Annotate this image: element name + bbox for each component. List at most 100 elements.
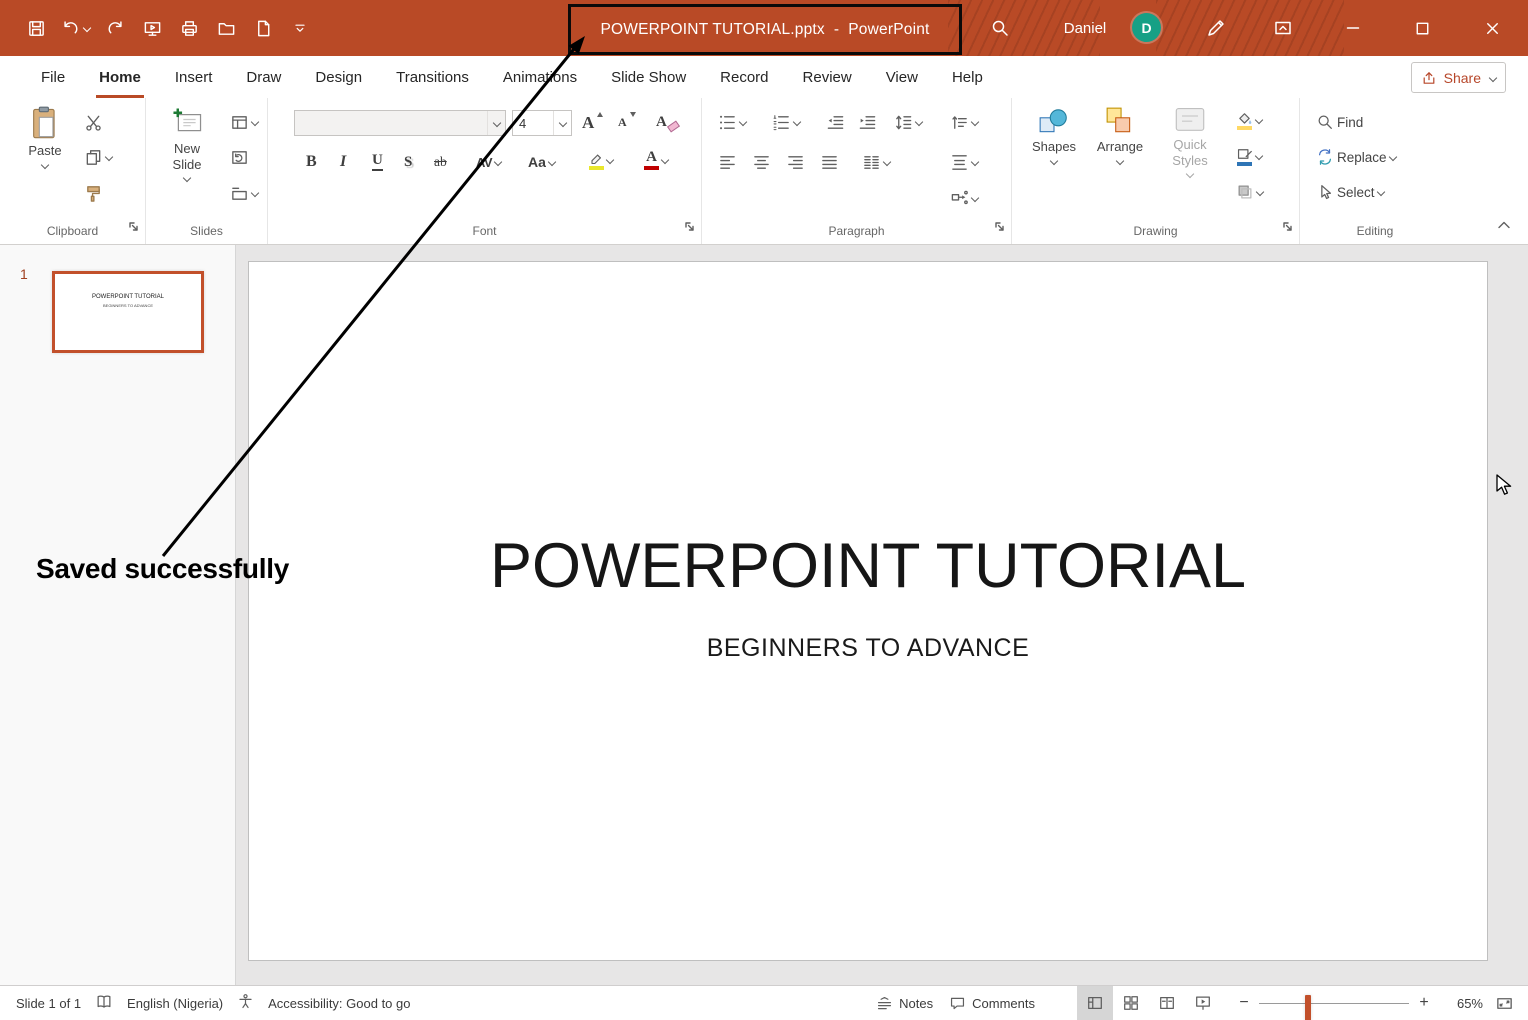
tab-review[interactable]: Review xyxy=(786,56,869,98)
tab-animations[interactable]: Animations xyxy=(486,56,594,98)
strikethrough-button[interactable]: ab xyxy=(434,150,447,174)
align-text-button[interactable] xyxy=(950,150,978,174)
tab-draw[interactable]: Draw xyxy=(229,56,298,98)
arrange-dropdown-icon[interactable] xyxy=(1116,156,1124,164)
text-shadow-button[interactable]: S xyxy=(404,150,412,174)
copy-dropdown-icon[interactable] xyxy=(105,153,113,161)
tab-design[interactable]: Design xyxy=(298,56,379,98)
slide-canvas[interactable]: POWERPOINT TUTORIAL BEGINNERS TO ADVANCE xyxy=(248,261,1488,961)
arrange-button[interactable]: Arrange xyxy=(1090,106,1150,164)
shrink-font-button[interactable]: A xyxy=(618,110,636,134)
shapes-dropdown-icon[interactable] xyxy=(1050,156,1058,164)
underline-button[interactable]: U xyxy=(372,150,383,174)
tab-record[interactable]: Record xyxy=(703,56,785,98)
slide-layout-dropdown-icon[interactable] xyxy=(251,118,259,126)
reset-slide-button[interactable] xyxy=(230,145,249,169)
grow-font-button[interactable]: A xyxy=(582,110,603,134)
shape-effects-dropdown-icon[interactable] xyxy=(1256,188,1264,196)
account-name[interactable]: Daniel xyxy=(1050,0,1120,56)
numbering-dropdown-icon[interactable] xyxy=(793,118,801,126)
font-color-dropdown-icon[interactable] xyxy=(661,156,669,164)
quick-styles-button[interactable]: Quick Styles xyxy=(1158,106,1222,177)
paste-button[interactable]: Paste xyxy=(18,106,72,168)
undo-dropdown-icon[interactable] xyxy=(83,24,91,32)
text-direction-dropdown-icon[interactable] xyxy=(971,118,979,126)
paragraph-dialog-launcher-icon[interactable] xyxy=(994,219,1005,237)
change-case-dropdown-icon[interactable] xyxy=(548,158,556,166)
accessibility-icon[interactable] xyxy=(237,993,254,1013)
zoom-level[interactable]: 65% xyxy=(1439,996,1483,1011)
maximize-button[interactable] xyxy=(1399,0,1445,56)
font-size-dropdown-icon[interactable] xyxy=(553,111,571,135)
share-button[interactable]: Share xyxy=(1411,62,1506,93)
tab-view[interactable]: View xyxy=(869,56,935,98)
comments-button[interactable]: Comments xyxy=(949,995,1035,1012)
italic-button[interactable]: I xyxy=(340,150,346,174)
change-case-button[interactable]: Aa xyxy=(528,150,555,174)
fit-slide-to-window-button[interactable] xyxy=(1495,994,1514,1013)
zoom-out-button[interactable]: − xyxy=(1233,994,1255,1012)
columns-button[interactable] xyxy=(862,150,890,174)
share-dropdown-icon[interactable] xyxy=(1489,73,1497,81)
bold-button[interactable]: B xyxy=(306,150,317,174)
increase-indent-button[interactable] xyxy=(858,110,877,134)
font-color-button[interactable]: A xyxy=(644,148,668,172)
slide-thumbnail[interactable]: POWERPOINT TUTORIAL BEGINNERS TO ADVANCE xyxy=(52,271,204,353)
line-spacing-button[interactable] xyxy=(894,110,922,134)
replace-button[interactable]: Replace xyxy=(1316,145,1396,169)
normal-view-button[interactable] xyxy=(1077,986,1113,1020)
find-button[interactable]: Find xyxy=(1316,110,1363,134)
new-slide-dropdown-icon[interactable] xyxy=(183,174,191,182)
section-button[interactable] xyxy=(230,181,258,205)
character-spacing-dropdown-icon[interactable] xyxy=(494,158,502,166)
slide-show-view-button[interactable] xyxy=(1185,986,1221,1020)
replace-dropdown-icon[interactable] xyxy=(1388,153,1396,161)
zoom-in-button[interactable]: + xyxy=(1413,994,1435,1012)
shape-fill-button[interactable] xyxy=(1236,108,1262,132)
copy-button[interactable] xyxy=(84,145,112,169)
format-painter-button[interactable] xyxy=(84,181,103,205)
slide-sorter-view-button[interactable] xyxy=(1113,986,1149,1020)
shape-effects-button[interactable] xyxy=(1236,180,1263,204)
align-right-button[interactable] xyxy=(786,150,805,174)
customize-quick-access-icon[interactable] xyxy=(288,0,312,56)
start-from-beginning-icon[interactable] xyxy=(140,0,164,56)
open-file-icon[interactable] xyxy=(214,0,238,56)
tab-transitions[interactable]: Transitions xyxy=(379,56,486,98)
spell-check-icon[interactable] xyxy=(95,993,113,1014)
line-spacing-dropdown-icon[interactable] xyxy=(915,118,923,126)
select-button[interactable]: Select xyxy=(1316,180,1384,204)
columns-dropdown-icon[interactable] xyxy=(883,158,891,166)
shapes-button[interactable]: Shapes xyxy=(1026,106,1082,164)
font-dialog-launcher-icon[interactable] xyxy=(684,219,695,237)
save-icon[interactable] xyxy=(24,0,48,56)
bullets-button[interactable] xyxy=(718,110,746,134)
paste-dropdown-icon[interactable] xyxy=(41,160,49,168)
decrease-indent-button[interactable] xyxy=(826,110,845,134)
reading-view-button[interactable] xyxy=(1149,986,1185,1020)
new-slide-button[interactable]: New Slide xyxy=(158,106,216,181)
search-icon[interactable] xyxy=(983,0,1017,56)
clear-formatting-button[interactable]: A xyxy=(656,110,679,134)
slide-subtitle-text[interactable]: BEGINNERS TO ADVANCE xyxy=(249,634,1487,663)
clipboard-dialog-launcher-icon[interactable] xyxy=(128,219,139,237)
language-indicator[interactable]: English (Nigeria) xyxy=(127,996,223,1011)
font-name-dropdown-icon[interactable] xyxy=(487,111,505,135)
zoom-slider-thumb[interactable] xyxy=(1305,995,1311,1020)
cut-button[interactable] xyxy=(84,110,103,134)
slide-layout-button[interactable] xyxy=(230,110,258,134)
tab-insert[interactable]: Insert xyxy=(158,56,230,98)
shape-fill-dropdown-icon[interactable] xyxy=(1255,116,1263,124)
new-file-icon[interactable] xyxy=(251,0,275,56)
shape-outline-button[interactable] xyxy=(1236,144,1262,168)
zoom-slider[interactable] xyxy=(1259,986,1409,1020)
font-size-combobox[interactable]: 4 xyxy=(512,110,572,136)
notes-button[interactable]: Notes xyxy=(876,995,933,1012)
character-spacing-button[interactable]: AV xyxy=(476,150,501,174)
minimize-button[interactable] xyxy=(1330,0,1376,56)
tab-slide-show[interactable]: Slide Show xyxy=(594,56,703,98)
redo-button[interactable] xyxy=(103,0,127,56)
section-dropdown-icon[interactable] xyxy=(251,189,259,197)
text-direction-button[interactable] xyxy=(950,110,978,134)
bullets-dropdown-icon[interactable] xyxy=(739,118,747,126)
